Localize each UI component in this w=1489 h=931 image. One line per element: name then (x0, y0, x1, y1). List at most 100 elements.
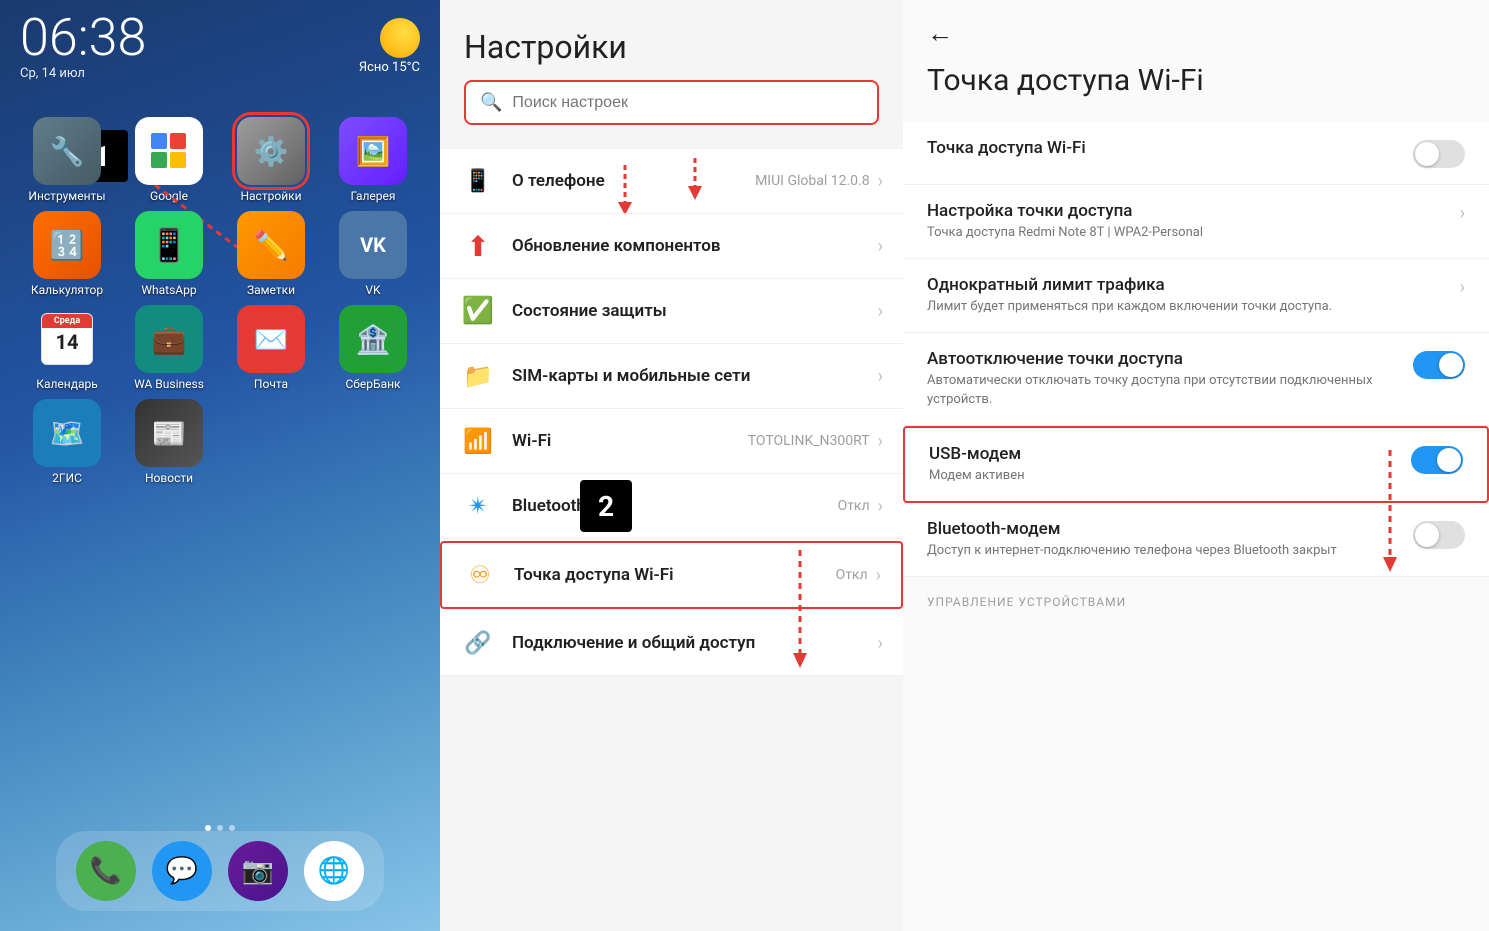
detail-item-bt-modem: Bluetooth-модем Доступ к интернет-подклю… (903, 503, 1489, 577)
home-time: 06:38 (20, 12, 146, 64)
settings-item-update[interactable]: ⬆ Обновление компонентов › (440, 214, 903, 279)
connection-label: Подключение и общий доступ (512, 633, 878, 653)
apps-grid: 🔧 Инструменты Google ⚙️ Настройки 🖼️ Гал… (0, 105, 440, 497)
detail-item-hotspot-settings[interactable]: Настройка точки доступа Точка доступа Re… (903, 185, 1489, 259)
sim-icon: 📁 (460, 358, 496, 394)
usb-toggle-knob (1437, 448, 1461, 472)
bt-modem-toggle-wrap[interactable] (1413, 521, 1465, 549)
usb-content: USB-модем Модем активен (929, 444, 1395, 485)
hotspot-value: Откл (836, 567, 868, 583)
back-button[interactable]: ← (903, 0, 1489, 59)
autodisconnect-toggle-wrap[interactable] (1413, 351, 1465, 379)
app-mail[interactable]: ✉️ Почта (224, 305, 318, 391)
autodisconnect-desc: Автоматически отключать точку доступа пр… (927, 372, 1397, 408)
security-chevron: › (878, 301, 883, 322)
app-notes[interactable]: ✏️ Заметки (224, 211, 318, 297)
traffic-chevron: › (1460, 277, 1465, 298)
wifi-toggle-switch[interactable] (1413, 140, 1465, 168)
search-icon: 🔍 (480, 92, 502, 113)
app-google[interactable]: Google (122, 117, 216, 203)
settings-item-wifi[interactable]: 📶 Wi-Fi TOTOLINK_N300RT › (440, 409, 903, 474)
security-icon: ✅ (460, 293, 496, 329)
autodisconnect-knob (1439, 353, 1463, 377)
bluetooth-value: Откл (838, 498, 870, 514)
search-box[interactable]: 🔍 (464, 80, 879, 125)
app-tools[interactable]: 🔧 Инструменты (20, 117, 114, 203)
update-icon: ⬆ (460, 228, 496, 264)
settings-item-sim[interactable]: 📁 SIM-карты и мобильные сети › (440, 344, 903, 409)
settings-item-about[interactable]: 📱 О телефоне MIUI Global 12.0.8 › (440, 149, 903, 214)
home-date: Ср, 14 июл (20, 66, 146, 81)
bluetooth-label: Bluetooth (512, 496, 838, 516)
settings-panel: Настройки 🔍 📱 О телефоне MIUI Global 12.… (440, 0, 903, 931)
app-vk[interactable]: VK VK (326, 211, 420, 297)
tools-icon: 🔧 (33, 117, 101, 185)
2gis-label: 2ГИС (52, 471, 82, 485)
dock-sms[interactable]: 💬 (152, 841, 212, 901)
detail-item-traffic[interactable]: Однократный лимит трафика Лимит будет пр… (903, 259, 1489, 333)
usb-desc: Модем активен (929, 467, 1395, 485)
about-value: MIUI Global 12.0.8 (755, 173, 870, 189)
detail-wifi-content: Точка доступа Wi-Fi (927, 138, 1397, 158)
calc-label: Калькулятор (31, 283, 103, 297)
bt-modem-content: Bluetooth-модем Доступ к интернет-подклю… (927, 519, 1397, 560)
app-calendar[interactable]: Среда 14 Календарь (20, 305, 114, 391)
settings-icon: ⚙️ (237, 117, 305, 185)
search-input[interactable] (512, 94, 863, 112)
app-gallery[interactable]: 🖼️ Галерея (326, 117, 420, 203)
update-label: Обновление компонентов (512, 236, 878, 256)
bluetooth-chevron: › (878, 496, 883, 517)
detail-item-usb: USB-модем Модем активен 4 (903, 426, 1489, 503)
bt-modem-toggle[interactable] (1413, 521, 1465, 549)
usb-toggle[interactable] (1411, 446, 1463, 474)
hotspot-settings-title: Настройка точки доступа (927, 201, 1452, 221)
bt-modem-title: Bluetooth-модем (927, 519, 1397, 539)
usb-title: USB-модем (929, 444, 1395, 464)
wifi-hotspot-toggle[interactable] (1413, 140, 1465, 168)
app-settings[interactable]: ⚙️ Настройки (224, 117, 318, 203)
vk-label: VK (365, 283, 380, 297)
home-weather: Ясно 15°C (359, 18, 420, 75)
calendar-label: Календарь (36, 377, 97, 391)
dock-chrome[interactable]: 🌐 (304, 841, 364, 901)
hotspot-settings-desc: Точка доступа Redmi Note 8T | WPA2-Perso… (927, 224, 1452, 242)
settings-item-bluetooth[interactable]: ✴ Bluetooth Откл › (440, 474, 903, 539)
about-icon: 📱 (460, 163, 496, 199)
app-2gis[interactable]: 🗺️ 2ГИС (20, 399, 114, 485)
gallery-label: Галерея (351, 189, 396, 203)
sim-chevron: › (878, 366, 883, 387)
device-management-label: УПРАВЛЕНИЕ УСТРОЙСТВАМИ (903, 579, 1489, 617)
wabusiness-label: WA Business (134, 377, 204, 391)
dock: 📞 💬 📷 🌐 (56, 831, 384, 911)
dock-phone[interactable]: 📞 (76, 841, 136, 901)
settings-title: Настройки (464, 28, 879, 66)
whatsapp-icon: 📱 (135, 211, 203, 279)
settings-list: 📱 О телефоне MIUI Global 12.0.8 › ⬆ Обно… (440, 149, 903, 676)
autodisconnect-toggle[interactable] (1413, 351, 1465, 379)
app-sberbank[interactable]: 🏦 СберБанк (326, 305, 420, 391)
vk-icon: VK (339, 211, 407, 279)
google-label: Google (150, 189, 188, 203)
wifi-text: Wi-Fi (512, 431, 748, 451)
connection-text: Подключение и общий доступ (512, 633, 878, 653)
home-screen: 06:38 Ср, 14 июл Ясно 15°C 1 🔧 Инструмен… (0, 0, 440, 931)
wifi-label: Wi-Fi (512, 431, 748, 451)
tools-label: Инструменты (28, 189, 105, 203)
bluetooth-text: Bluetooth (512, 496, 838, 516)
dock-camera[interactable]: 📷 (228, 841, 288, 901)
settings-item-connection[interactable]: 🔗 Подключение и общий доступ › (440, 611, 903, 676)
settings-item-security[interactable]: ✅ Состояние защиты › (440, 279, 903, 344)
settings-item-hotspot[interactable]: ♾ Точка доступа Wi-Fi Откл › (440, 541, 903, 609)
settings-label: Настройки (240, 189, 301, 203)
sim-text: SIM-карты и мобильные сети (512, 366, 878, 386)
wabusiness-icon: 💼 (135, 305, 203, 373)
app-whatsapp[interactable]: 📱 WhatsApp (122, 211, 216, 297)
app-wabusiness[interactable]: 💼 WA Business (122, 305, 216, 391)
sberbank-icon: 🏦 (339, 305, 407, 373)
news-icon: 📰 (135, 399, 203, 467)
weather-icon (380, 18, 420, 58)
app-calc[interactable]: 🔢 Калькулятор (20, 211, 114, 297)
app-news[interactable]: 📰 Новости (122, 399, 216, 485)
bt-modem-desc: Доступ к интернет-подключению телефона ч… (927, 542, 1397, 560)
usb-toggle-wrap[interactable] (1411, 446, 1463, 474)
